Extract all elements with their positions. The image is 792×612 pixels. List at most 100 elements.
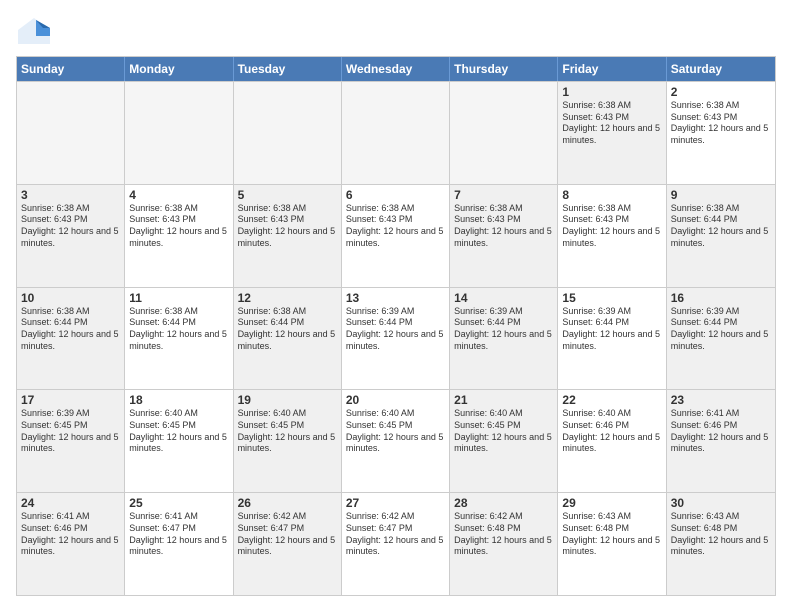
calendar-cell: 4Sunrise: 6:38 AM Sunset: 6:43 PM Daylig… [125,185,233,287]
header-day-wednesday: Wednesday [342,57,450,81]
day-number: 10 [21,291,120,305]
day-info: Sunrise: 6:40 AM Sunset: 6:45 PM Dayligh… [454,408,553,455]
calendar-cell: 17Sunrise: 6:39 AM Sunset: 6:45 PM Dayli… [17,390,125,492]
day-number: 17 [21,393,120,407]
day-info: Sunrise: 6:42 AM Sunset: 6:47 PM Dayligh… [238,511,337,558]
day-number: 11 [129,291,228,305]
day-info: Sunrise: 6:38 AM Sunset: 6:43 PM Dayligh… [21,203,120,250]
calendar-cell: 18Sunrise: 6:40 AM Sunset: 6:45 PM Dayli… [125,390,233,492]
day-number: 14 [454,291,553,305]
calendar-week-0: 1Sunrise: 6:38 AM Sunset: 6:43 PM Daylig… [17,81,775,184]
day-info: Sunrise: 6:39 AM Sunset: 6:45 PM Dayligh… [21,408,120,455]
day-info: Sunrise: 6:39 AM Sunset: 6:44 PM Dayligh… [346,306,445,353]
header-day-friday: Friday [558,57,666,81]
day-info: Sunrise: 6:39 AM Sunset: 6:44 PM Dayligh… [562,306,661,353]
day-info: Sunrise: 6:38 AM Sunset: 6:43 PM Dayligh… [562,203,661,250]
calendar-cell [234,82,342,184]
day-info: Sunrise: 6:38 AM Sunset: 6:43 PM Dayligh… [671,100,771,147]
day-info: Sunrise: 6:42 AM Sunset: 6:47 PM Dayligh… [346,511,445,558]
day-number: 29 [562,496,661,510]
day-info: Sunrise: 6:38 AM Sunset: 6:43 PM Dayligh… [454,203,553,250]
calendar-cell: 26Sunrise: 6:42 AM Sunset: 6:47 PM Dayli… [234,493,342,595]
day-info: Sunrise: 6:42 AM Sunset: 6:48 PM Dayligh… [454,511,553,558]
logo [16,16,56,46]
day-number: 3 [21,188,120,202]
calendar-cell: 24Sunrise: 6:41 AM Sunset: 6:46 PM Dayli… [17,493,125,595]
header-day-monday: Monday [125,57,233,81]
day-number: 19 [238,393,337,407]
day-info: Sunrise: 6:38 AM Sunset: 6:44 PM Dayligh… [671,203,771,250]
day-number: 26 [238,496,337,510]
day-number: 12 [238,291,337,305]
day-info: Sunrise: 6:40 AM Sunset: 6:45 PM Dayligh… [129,408,228,455]
header-day-sunday: Sunday [17,57,125,81]
calendar-cell: 25Sunrise: 6:41 AM Sunset: 6:47 PM Dayli… [125,493,233,595]
calendar-cell: 15Sunrise: 6:39 AM Sunset: 6:44 PM Dayli… [558,288,666,390]
calendar: SundayMondayTuesdayWednesdayThursdayFrid… [16,56,776,596]
calendar-cell: 22Sunrise: 6:40 AM Sunset: 6:46 PM Dayli… [558,390,666,492]
calendar-cell: 8Sunrise: 6:38 AM Sunset: 6:43 PM Daylig… [558,185,666,287]
day-info: Sunrise: 6:40 AM Sunset: 6:46 PM Dayligh… [562,408,661,455]
calendar-cell: 30Sunrise: 6:43 AM Sunset: 6:48 PM Dayli… [667,493,775,595]
header-day-tuesday: Tuesday [234,57,342,81]
calendar-week-3: 17Sunrise: 6:39 AM Sunset: 6:45 PM Dayli… [17,389,775,492]
day-number: 22 [562,393,661,407]
day-number: 9 [671,188,771,202]
day-info: Sunrise: 6:41 AM Sunset: 6:46 PM Dayligh… [21,511,120,558]
page: SundayMondayTuesdayWednesdayThursdayFrid… [0,0,792,612]
calendar-cell: 20Sunrise: 6:40 AM Sunset: 6:45 PM Dayli… [342,390,450,492]
day-number: 16 [671,291,771,305]
header-day-thursday: Thursday [450,57,558,81]
day-info: Sunrise: 6:38 AM Sunset: 6:44 PM Dayligh… [129,306,228,353]
calendar-cell: 9Sunrise: 6:38 AM Sunset: 6:44 PM Daylig… [667,185,775,287]
day-number: 25 [129,496,228,510]
day-info: Sunrise: 6:39 AM Sunset: 6:44 PM Dayligh… [454,306,553,353]
calendar-cell: 11Sunrise: 6:38 AM Sunset: 6:44 PM Dayli… [125,288,233,390]
calendar-cell: 19Sunrise: 6:40 AM Sunset: 6:45 PM Dayli… [234,390,342,492]
calendar-cell: 3Sunrise: 6:38 AM Sunset: 6:43 PM Daylig… [17,185,125,287]
day-info: Sunrise: 6:38 AM Sunset: 6:44 PM Dayligh… [21,306,120,353]
calendar-cell: 13Sunrise: 6:39 AM Sunset: 6:44 PM Dayli… [342,288,450,390]
header [16,16,776,46]
calendar-cell: 27Sunrise: 6:42 AM Sunset: 6:47 PM Dayli… [342,493,450,595]
calendar-cell: 5Sunrise: 6:38 AM Sunset: 6:43 PM Daylig… [234,185,342,287]
calendar-cell [125,82,233,184]
day-number: 24 [21,496,120,510]
logo-icon [16,16,52,46]
calendar-cell: 2Sunrise: 6:38 AM Sunset: 6:43 PM Daylig… [667,82,775,184]
header-day-saturday: Saturday [667,57,775,81]
day-info: Sunrise: 6:38 AM Sunset: 6:43 PM Dayligh… [129,203,228,250]
day-info: Sunrise: 6:40 AM Sunset: 6:45 PM Dayligh… [346,408,445,455]
day-number: 6 [346,188,445,202]
calendar-body: 1Sunrise: 6:38 AM Sunset: 6:43 PM Daylig… [17,81,775,595]
calendar-cell: 28Sunrise: 6:42 AM Sunset: 6:48 PM Dayli… [450,493,558,595]
day-number: 2 [671,85,771,99]
calendar-cell: 23Sunrise: 6:41 AM Sunset: 6:46 PM Dayli… [667,390,775,492]
day-number: 13 [346,291,445,305]
day-info: Sunrise: 6:39 AM Sunset: 6:44 PM Dayligh… [671,306,771,353]
calendar-cell [17,82,125,184]
day-number: 27 [346,496,445,510]
calendar-cell: 10Sunrise: 6:38 AM Sunset: 6:44 PM Dayli… [17,288,125,390]
day-info: Sunrise: 6:38 AM Sunset: 6:43 PM Dayligh… [346,203,445,250]
day-number: 7 [454,188,553,202]
calendar-cell: 12Sunrise: 6:38 AM Sunset: 6:44 PM Dayli… [234,288,342,390]
day-info: Sunrise: 6:43 AM Sunset: 6:48 PM Dayligh… [671,511,771,558]
day-info: Sunrise: 6:41 AM Sunset: 6:46 PM Dayligh… [671,408,771,455]
calendar-header: SundayMondayTuesdayWednesdayThursdayFrid… [17,57,775,81]
day-number: 4 [129,188,228,202]
day-number: 5 [238,188,337,202]
calendar-week-2: 10Sunrise: 6:38 AM Sunset: 6:44 PM Dayli… [17,287,775,390]
calendar-week-1: 3Sunrise: 6:38 AM Sunset: 6:43 PM Daylig… [17,184,775,287]
calendar-cell: 29Sunrise: 6:43 AM Sunset: 6:48 PM Dayli… [558,493,666,595]
day-number: 21 [454,393,553,407]
day-number: 20 [346,393,445,407]
day-info: Sunrise: 6:43 AM Sunset: 6:48 PM Dayligh… [562,511,661,558]
day-info: Sunrise: 6:40 AM Sunset: 6:45 PM Dayligh… [238,408,337,455]
day-number: 28 [454,496,553,510]
calendar-cell: 21Sunrise: 6:40 AM Sunset: 6:45 PM Dayli… [450,390,558,492]
day-info: Sunrise: 6:41 AM Sunset: 6:47 PM Dayligh… [129,511,228,558]
calendar-cell: 6Sunrise: 6:38 AM Sunset: 6:43 PM Daylig… [342,185,450,287]
calendar-cell: 7Sunrise: 6:38 AM Sunset: 6:43 PM Daylig… [450,185,558,287]
day-number: 8 [562,188,661,202]
